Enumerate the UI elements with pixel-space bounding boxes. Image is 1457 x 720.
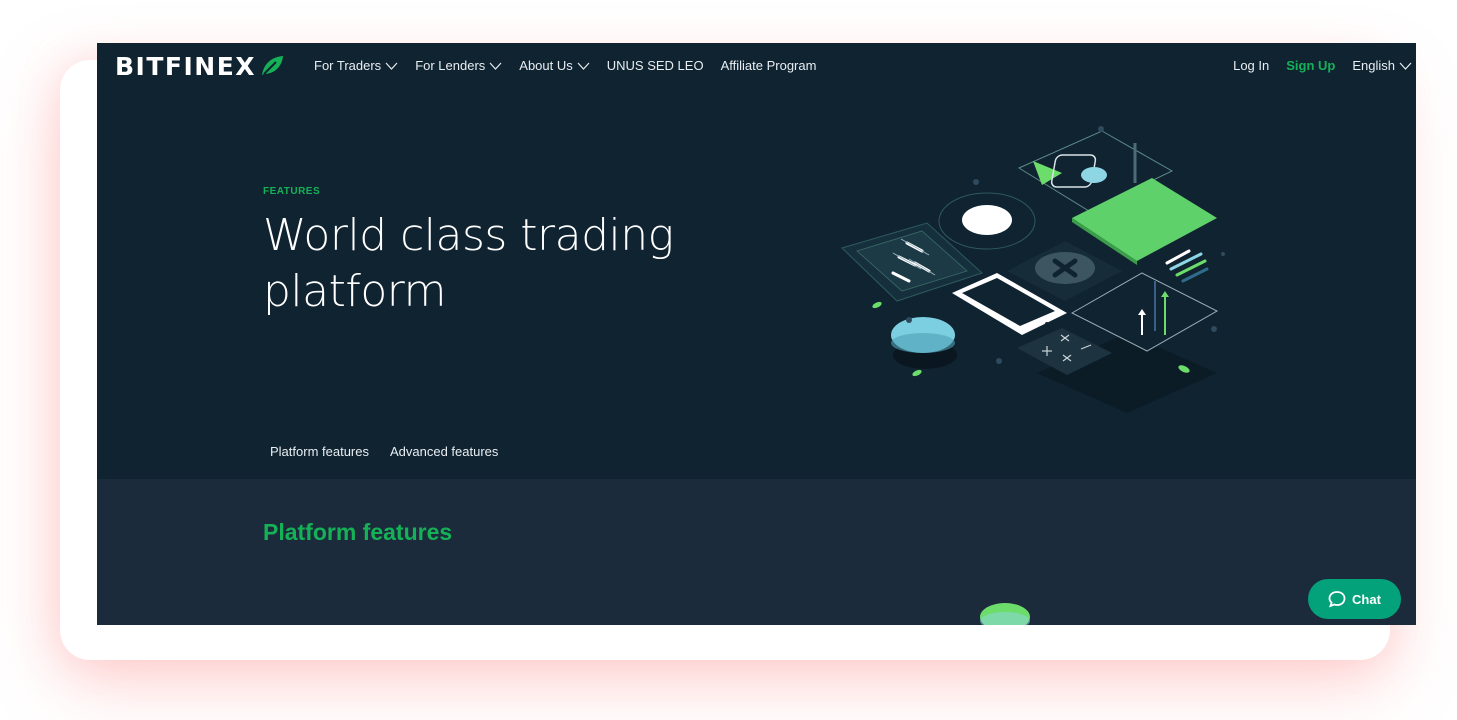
circle-tile <box>938 192 1036 250</box>
main-menu: For Traders For Lenders About Us UNUS SE… <box>314 58 816 73</box>
feature-subnav: Platform features Advanced features <box>270 444 498 459</box>
isometric-platform-illustration <box>841 126 1225 413</box>
menu-affiliate-program[interactable]: Affiliate Program <box>721 58 817 73</box>
platform-features-section: Platform features Chat <box>97 479 1416 625</box>
account-nav: Log In Sign Up English <box>1233 58 1412 73</box>
menu-for-lenders[interactable]: For Lenders <box>415 58 502 73</box>
top-navbar: BITFINEX For Traders For Lenders About U… <box>97 43 1416 90</box>
browser-page: BITFINEX For Traders For Lenders About U… <box>97 43 1416 625</box>
chevron-down-icon <box>385 62 398 70</box>
menu-label: For Traders <box>314 58 382 73</box>
section-title: Platform features <box>263 519 453 545</box>
language-selector[interactable]: English <box>1352 58 1412 73</box>
bitfinex-logo[interactable]: BITFINEX <box>115 51 284 81</box>
menu-for-traders[interactable]: For Traders <box>314 58 398 73</box>
logo-text: BITFINEX <box>115 51 257 81</box>
blue-disc <box>891 317 957 369</box>
stripes-tile <box>1165 249 1209 283</box>
language-label: English <box>1352 58 1395 73</box>
menu-label: UNUS SED LEO <box>606 58 704 73</box>
leaf-icon <box>262 56 284 75</box>
subnav-advanced-features[interactable]: Advanced features <box>390 444 498 459</box>
chat-label: Chat <box>1352 591 1381 607</box>
menu-label: Affiliate Program <box>720 58 817 73</box>
chevron-down-icon <box>577 62 590 70</box>
menu-label: For Lenders <box>415 58 486 73</box>
menu-label: About Us <box>519 58 573 73</box>
signup-link[interactable]: Sign Up <box>1286 58 1335 73</box>
chat-bubble-icon <box>1328 591 1346 608</box>
menu-unus-sed-leo[interactable]: UNUS SED LEO <box>607 58 704 73</box>
login-link[interactable]: Log In <box>1233 58 1269 73</box>
menu-about-us[interactable]: About Us <box>519 58 590 73</box>
hero-title: World class trading platform <box>263 210 674 317</box>
chevron-down-icon <box>1399 62 1412 70</box>
chevron-down-icon <box>489 62 502 70</box>
green-blob-illustration <box>980 603 1030 625</box>
hero-eyebrow: FEATURES <box>263 186 321 197</box>
chat-button[interactable]: Chat <box>1308 579 1401 619</box>
subnav-platform-features[interactable]: Platform features <box>270 444 369 459</box>
